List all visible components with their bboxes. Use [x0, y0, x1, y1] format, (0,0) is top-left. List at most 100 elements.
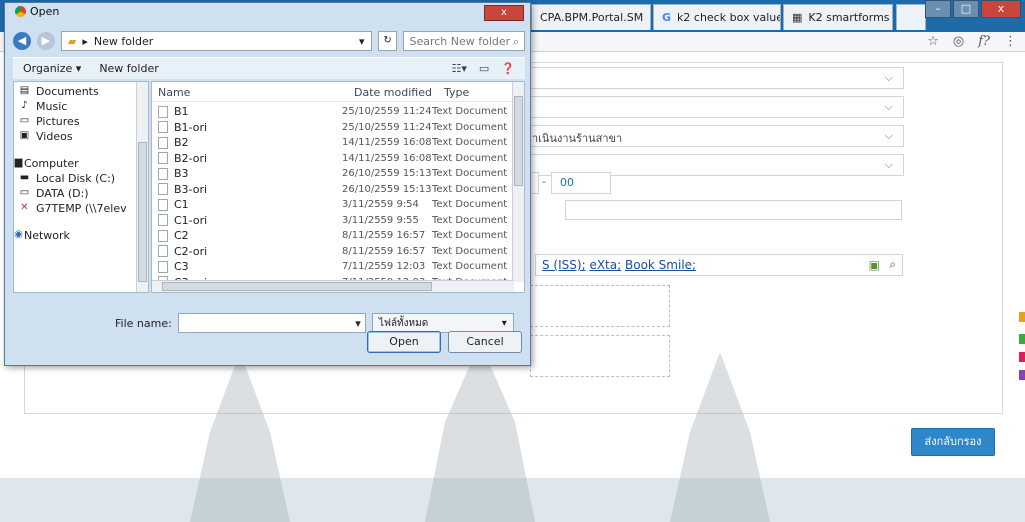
nav-item-data-drive[interactable]: ▭ DATA (D:): [14, 186, 148, 201]
file-type: Text Document: [432, 168, 508, 180]
nav-item-music[interactable]: ♪ Music: [14, 99, 148, 114]
attachment-area[interactable]: [530, 335, 670, 377]
file-type: Text Document: [432, 121, 508, 133]
file-row[interactable]: C1-ori 3/11/2559 9:55 Text Document: [152, 213, 514, 229]
camera-icon[interactable]: ◎: [953, 34, 964, 49]
tab-label: k2 check box value: [677, 11, 781, 24]
dropdown-field[interactable]: ⌵: [515, 67, 904, 89]
file-row[interactable]: C2-ori 8/11/2559 16:57 Text Document: [152, 244, 514, 260]
person-link[interactable]: eXta;: [589, 258, 621, 272]
file-row[interactable]: B1-ori 25/10/2559 11:24 Text Document: [152, 120, 514, 136]
close-window-button[interactable]: x: [981, 0, 1021, 18]
dropdown-field[interactable]: ⌵: [515, 96, 904, 118]
nav-item-documents[interactable]: ▤ Documents: [14, 84, 148, 99]
navigation-pane: ▤ Documents ♪ Music ▭ Pictures ▣ Videos ▆ Com…: [13, 81, 149, 293]
text-document-icon: [158, 167, 168, 180]
menu-icon[interactable]: ⋮: [1004, 34, 1017, 49]
scroll-thumb[interactable]: [514, 96, 523, 186]
view-options-icon[interactable]: ☷▾: [452, 62, 467, 75]
text-input[interactable]: [565, 200, 902, 220]
file-date: 8/11/2559 16:57: [342, 245, 426, 257]
file-name-input[interactable]: ▾: [177, 313, 366, 333]
browser-tab[interactable]: CPA.BPM.Portal.SM ×: [531, 4, 651, 30]
people-picker[interactable]: S (ISS); eXta; Book Smile; ▣ ⌕: [535, 254, 903, 276]
nav-item-pictures[interactable]: ▭ Pictures: [14, 114, 148, 129]
person-link[interactable]: Book Smile;: [625, 258, 696, 272]
file-name-cell: C1: [152, 198, 342, 211]
file-row[interactable]: B3 26/10/2559 15:13 Text Document: [152, 166, 514, 182]
breadcrumb[interactable]: ▰ ▸ New folder ▾: [60, 31, 372, 51]
organize-button[interactable]: Organize ▾: [23, 62, 81, 75]
file-date: 26/10/2559 15:13: [342, 183, 432, 195]
nav-item-computer[interactable]: ▆ Computer: [14, 156, 148, 171]
column-header-name[interactable]: Name: [152, 82, 348, 101]
open-button[interactable]: Open: [367, 331, 441, 353]
breadcrumb-item[interactable]: New folder: [94, 35, 153, 48]
file-type-filter[interactable]: ไฟล์ทั้งหมด ▾: [371, 313, 514, 333]
folder-icon: ▰: [67, 34, 77, 48]
text-document-icon: [158, 105, 168, 118]
browser-tab[interactable]: Gk2 check box value×: [653, 4, 781, 30]
nav-item-network-drive[interactable]: ✕ G7TEMP (\\7elev: [14, 201, 148, 216]
file-list-horizontal-scrollbar[interactable]: [152, 280, 514, 292]
file-row[interactable]: B2-ori 14/11/2559 16:08 Text Document: [152, 151, 514, 167]
nav-item-network[interactable]: ◉ Network: [14, 228, 148, 243]
file-row[interactable]: B3-ori 26/10/2559 15:13 Text Document: [152, 182, 514, 198]
file-name-cell: C2: [152, 229, 342, 242]
file-name-cell: B3-ori: [152, 183, 342, 196]
new-tab-button[interactable]: [896, 4, 926, 30]
column-header-date[interactable]: Date modified: [348, 82, 438, 101]
filter-value: ไฟล์ทั้งหมด: [378, 317, 429, 329]
file-list-vertical-scrollbar[interactable]: [512, 82, 524, 282]
cancel-button[interactable]: Cancel: [448, 331, 522, 353]
new-folder-button[interactable]: New folder: [99, 62, 158, 75]
file-type: Text Document: [432, 199, 508, 211]
chevron-down-icon[interactable]: ▾: [359, 35, 365, 48]
formula-icon[interactable]: f?: [978, 34, 990, 49]
nav-item-videos[interactable]: ▣ Videos: [14, 129, 148, 144]
network-icon: ◉: [14, 229, 23, 240]
dropdown-field[interactable]: าเนินงานร้านสาขา ⌵: [515, 125, 904, 147]
search-input[interactable]: Search New folder ⌕: [403, 31, 525, 51]
file-row[interactable]: C2 8/11/2559 16:57 Text Document: [152, 228, 514, 244]
back-arrow-icon[interactable]: ◀: [13, 32, 31, 50]
file-name: B3: [174, 167, 189, 181]
text-document-icon: [158, 121, 168, 134]
search-icon[interactable]: ⌕: [889, 257, 896, 272]
star-icon[interactable]: ☆: [927, 34, 939, 49]
file-row[interactable]: B2 14/11/2559 16:08 Text Document: [152, 135, 514, 151]
nav-item-label: Local Disk (C:): [36, 172, 116, 185]
tab-close-icon[interactable]: ×: [649, 11, 650, 24]
person-link[interactable]: S (ISS);: [542, 258, 586, 272]
refresh-icon[interactable]: ↻: [377, 31, 398, 51]
forward-arrow-icon[interactable]: ▶: [36, 32, 55, 50]
column-header-type[interactable]: Type: [438, 82, 512, 101]
dropdown-value: าเนินงานร้านสาขา: [532, 132, 623, 145]
file-row[interactable]: C1 3/11/2559 9:54 Text Document: [152, 197, 514, 213]
minimize-button[interactable]: –: [925, 0, 951, 18]
submit-button[interactable]: ส่งกลับกรอง: [911, 428, 995, 456]
file-name-cell: C2-ori: [152, 245, 342, 258]
text-document-icon: [158, 229, 168, 242]
help-icon[interactable]: ❓: [501, 62, 515, 75]
nav-item-label: Pictures: [36, 115, 80, 128]
dialog-title: Open: [30, 5, 60, 18]
watermark-emblem: [670, 352, 770, 522]
maximize-button[interactable]: □: [953, 0, 979, 18]
address-book-icon[interactable]: ▣: [869, 258, 880, 272]
text-document-icon: [158, 198, 168, 211]
preview-pane-icon[interactable]: ▭: [479, 62, 489, 75]
file-row[interactable]: C3 7/11/2559 12:03 Text Document: [152, 259, 514, 275]
search-icon: ⌕: [512, 35, 519, 48]
scroll-thumb[interactable]: [162, 282, 432, 291]
scroll-thumb[interactable]: [138, 142, 147, 282]
browser-tab[interactable]: ▦K2 smartforms - Ch×: [783, 4, 893, 30]
attachment-area[interactable]: [530, 285, 670, 327]
dialog-close-button[interactable]: x: [484, 5, 524, 21]
file-date: 3/11/2559 9:54: [342, 199, 419, 211]
file-row[interactable]: B1 25/10/2559 11:24 Text Document: [152, 104, 514, 120]
minute-field[interactable]: 00: [551, 172, 611, 194]
chevron-down-icon[interactable]: ▾: [355, 317, 361, 330]
nav-scrollbar[interactable]: [136, 82, 148, 292]
nav-item-local-disk[interactable]: ▬ Local Disk (C:): [14, 171, 148, 186]
